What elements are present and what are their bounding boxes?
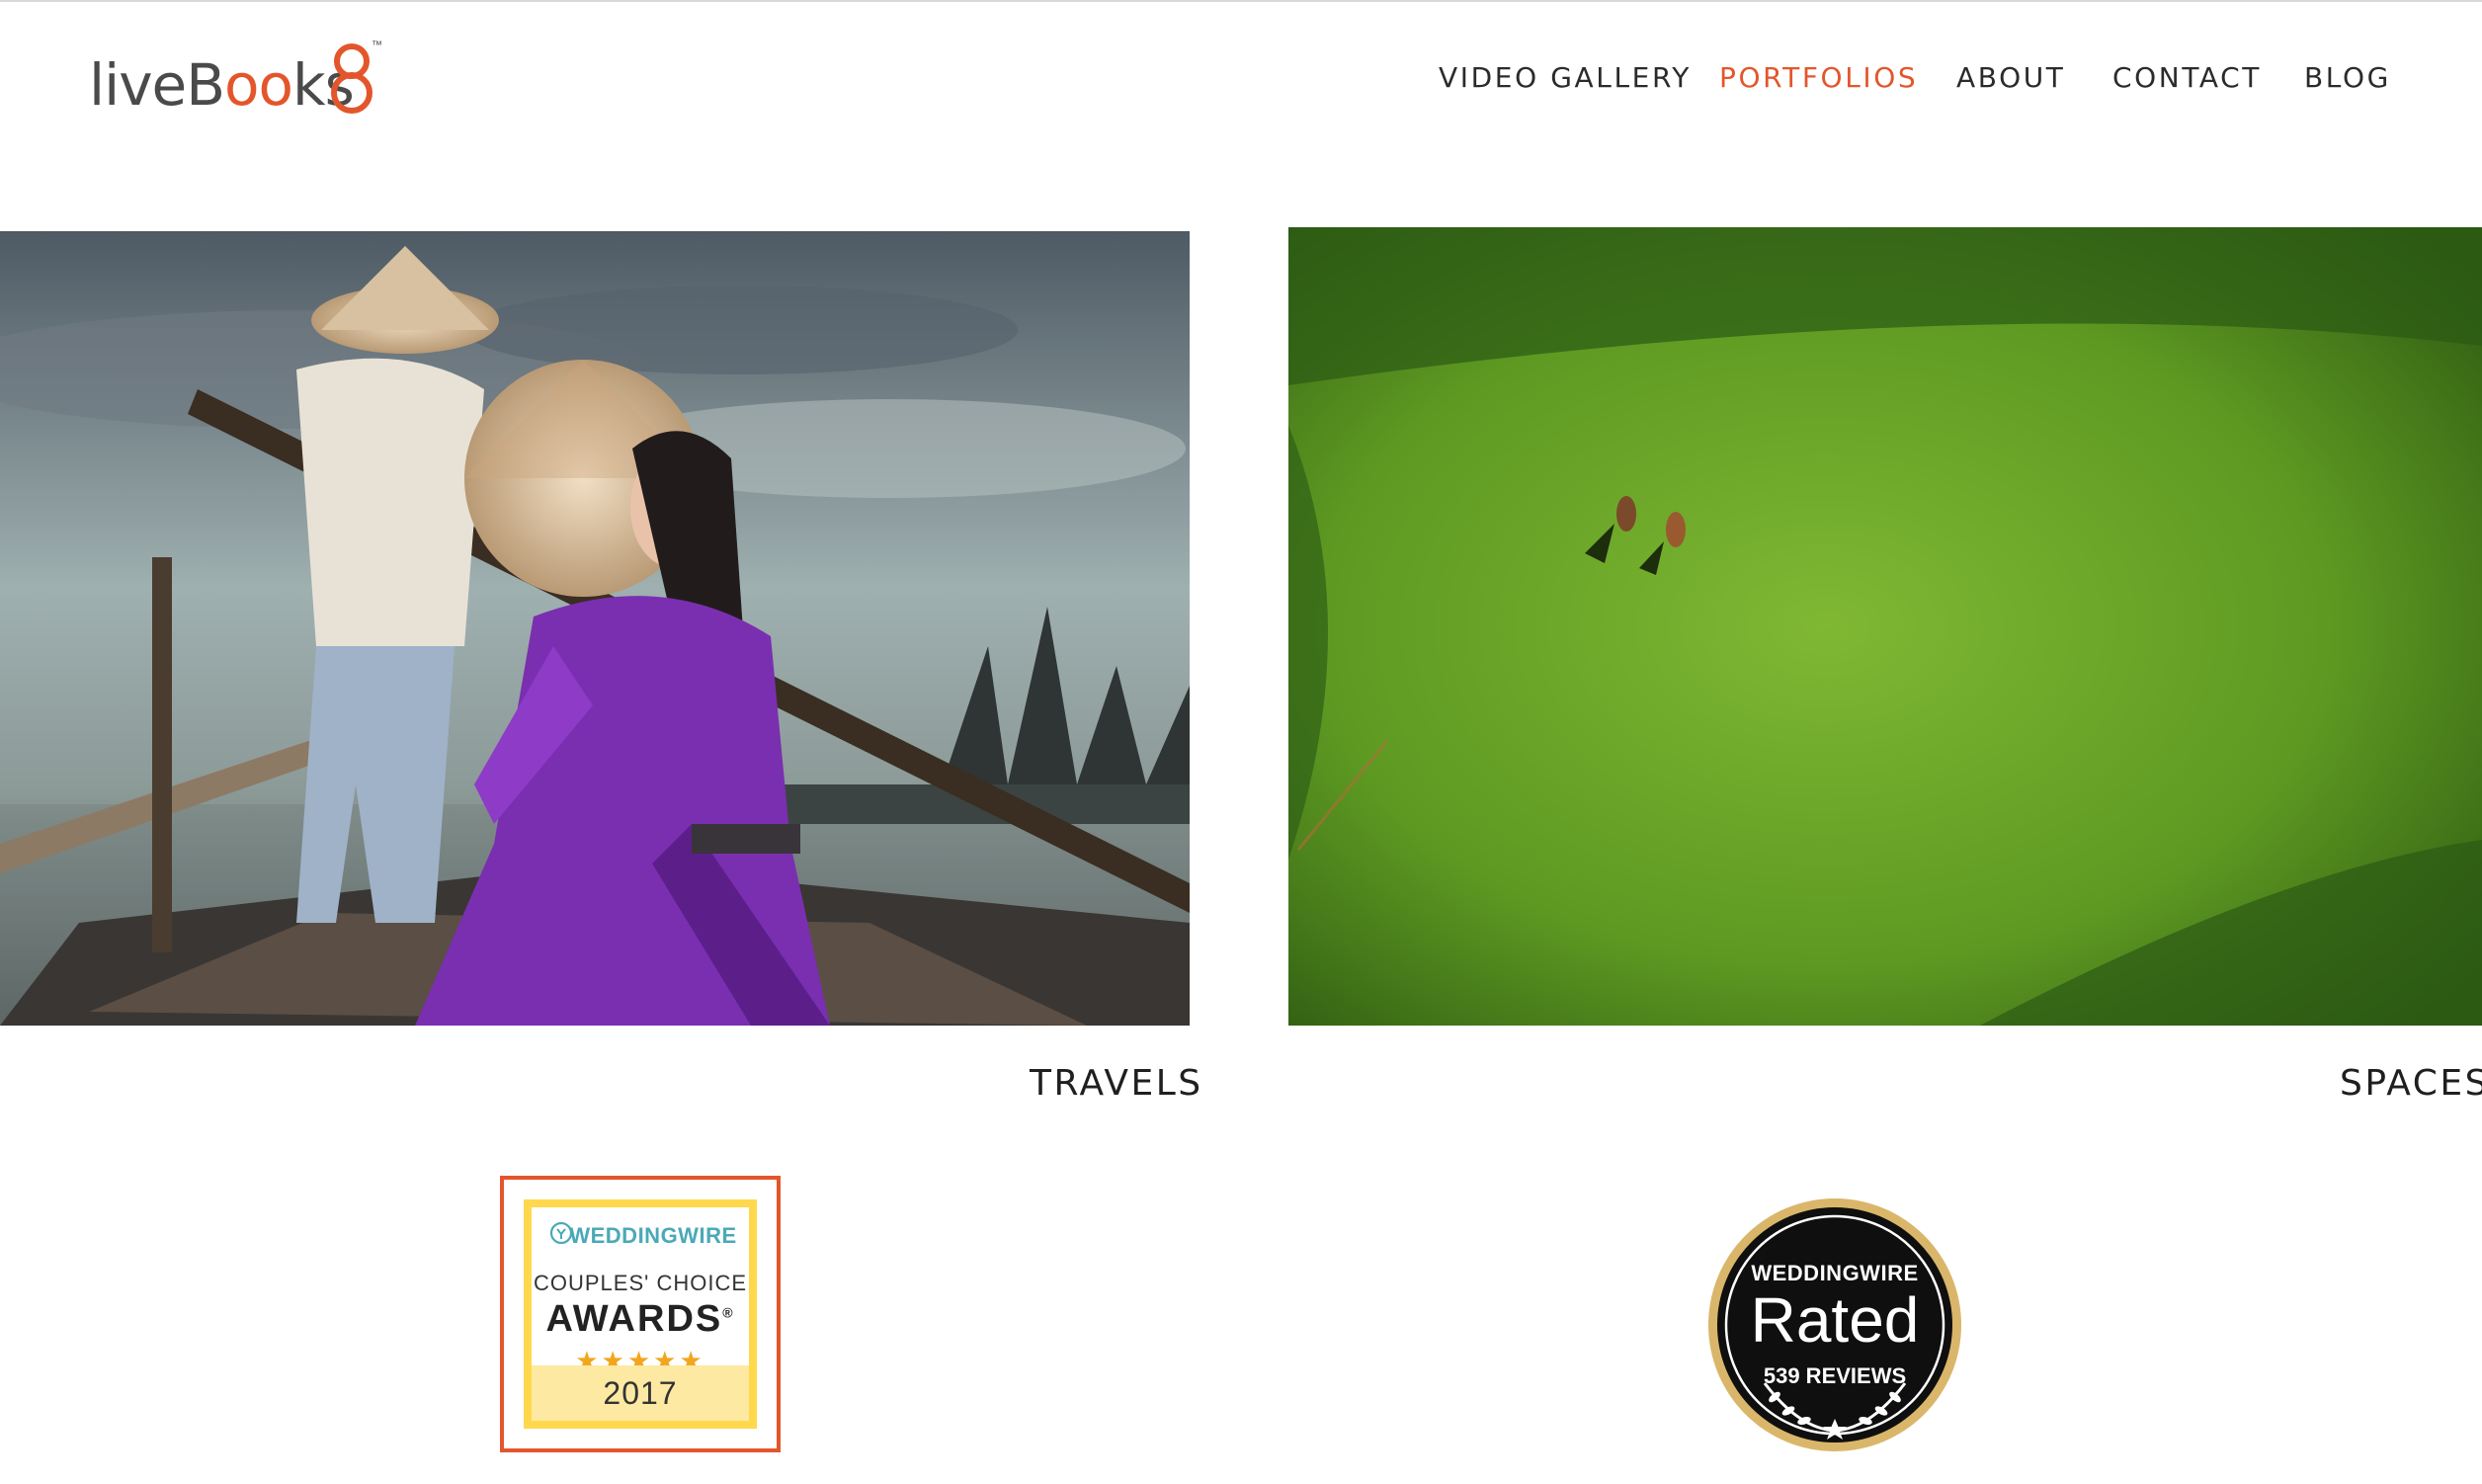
spaces-portfolio-image[interactable] [1288, 227, 2482, 1026]
logo[interactable]: liveBooks ™ [89, 40, 385, 119]
weddingwire-rated-badge[interactable]: WEDDINGWIRE Rated 539 REVIEWS [1705, 1195, 1964, 1454]
nav-video-gallery[interactable]: VIDEO GALLERY [1439, 61, 1692, 94]
award-subtitle: COUPLES' CHOICE [533, 1271, 748, 1295]
award-title: AWARDS® [545, 1298, 735, 1340]
rated-title: Rated [1750, 1284, 1920, 1356]
rated-reviews-count: 539 REVIEWS [1763, 1363, 1907, 1388]
nav-about[interactable]: ABOUT [1956, 61, 2066, 94]
logo-eight-icon [331, 43, 372, 114]
couples-choice-award-badge[interactable]: WEDDINGWIRE COUPLES' CHOICE AWARDS® ★★★★… [500, 1176, 781, 1452]
award-frame: WEDDINGWIRE COUPLES' CHOICE AWARDS® ★★★★… [524, 1199, 757, 1429]
award-brand: WEDDINGWIRE [569, 1223, 737, 1248]
portfolio-caption-spaces[interactable]: SPACES [2340, 1063, 2482, 1104]
award-year: 2017 [532, 1365, 749, 1421]
rated-brand: WEDDINGWIRE [1751, 1261, 1919, 1285]
nav-contact[interactable]: CONTACT [2112, 61, 2262, 94]
nav-portfolios[interactable]: PORTFOLIOS [1719, 61, 1918, 94]
portfolio-caption-travels[interactable]: TRAVELS [1030, 1063, 1203, 1104]
travels-portfolio-image[interactable] [0, 231, 1190, 1026]
nav-blog[interactable]: BLOG [2304, 61, 2391, 94]
trademark-mark: ™ [372, 40, 382, 51]
logo-wordmark: liveBooks [89, 51, 355, 119]
